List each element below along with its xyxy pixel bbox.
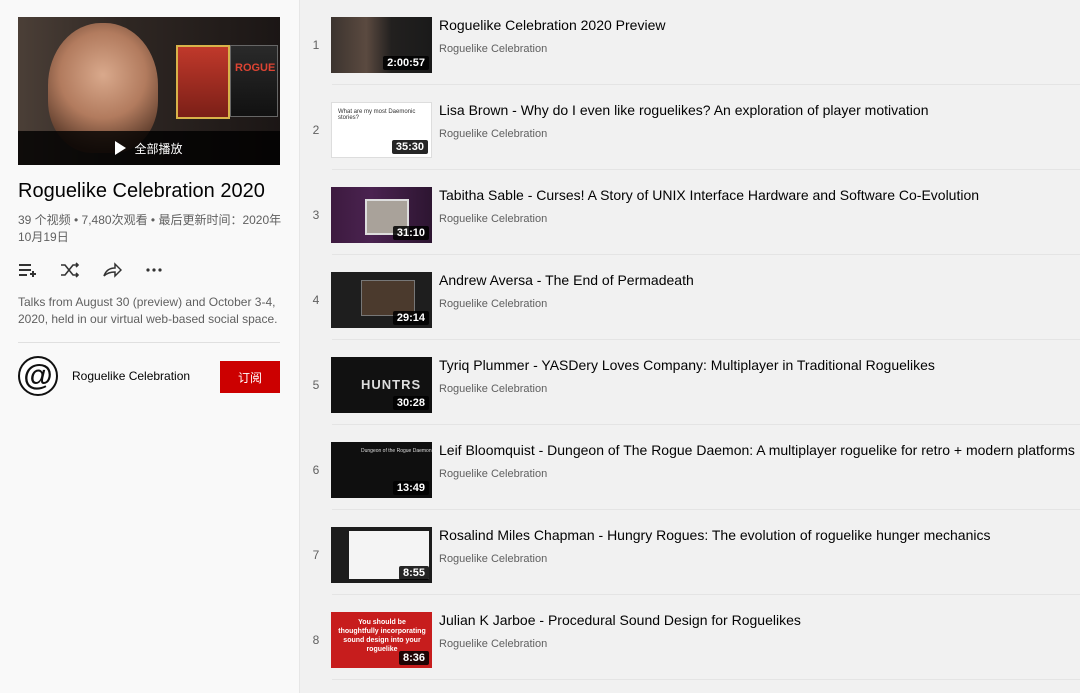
video-thumbnail[interactable]: 8:55 xyxy=(331,527,432,583)
thumbnail-title-text: HUNTRS xyxy=(361,377,422,392)
video-title[interactable]: Tyriq Plummer - YASDery Loves Company: M… xyxy=(439,357,935,373)
duration-badge: 29:14 xyxy=(392,311,429,325)
video-title[interactable]: Andrew Aversa - The End of Permadeath xyxy=(439,272,694,288)
video-channel[interactable]: Roguelike Celebration xyxy=(439,128,547,140)
video-channel[interactable]: Roguelike Celebration xyxy=(439,638,547,650)
thumbnail-slide-text: What are my most Daemonic stories? xyxy=(338,109,416,121)
video-list: 1 2:00:57 Roguelike Celebration 2020 Pre… xyxy=(300,0,1080,693)
playlist-meta: 39 个视频 • 7,480次观看 • 最后更新时间：2020年10月19日 xyxy=(18,213,282,244)
play-icon xyxy=(115,141,127,155)
list-item[interactable]: 5 HUNTRS 30:28 Tyriq Plummer - YASDery L… xyxy=(300,340,1080,425)
thumbnail-title-text: You should be thoughtfully incorporating… xyxy=(338,619,426,653)
play-all-button[interactable]: 全部播放 xyxy=(18,131,280,165)
video-channel[interactable]: Roguelike Celebration xyxy=(439,213,547,225)
list-item[interactable]: 4 29:14 Andrew Aversa - The End of Perma… xyxy=(300,255,1080,340)
duration-badge: 31:10 xyxy=(392,226,429,240)
divider xyxy=(18,342,280,343)
playlist-hero-thumbnail[interactable]: ROGUE 全部播放 xyxy=(18,17,280,165)
video-title[interactable]: Roguelike Celebration 2020 Preview xyxy=(439,17,665,33)
play-all-label: 全部播放 xyxy=(134,141,183,156)
hero-rogue-label: ROGUE xyxy=(235,62,276,74)
thumbnail-title-text: Dungeon of the Rogue Daemon xyxy=(361,448,432,454)
video-index: 5 xyxy=(312,378,320,392)
list-item[interactable]: 1 2:00:57 Roguelike Celebration 2020 Pre… xyxy=(300,0,1080,85)
video-title[interactable]: Rosalind Miles Chapman - Hungry Rogues: … xyxy=(439,527,990,543)
hero-game-box-art xyxy=(176,45,230,119)
hero-rogue-box-art: ROGUE xyxy=(230,45,278,117)
more-icon[interactable] xyxy=(144,262,164,280)
duration-badge: 30:28 xyxy=(392,396,429,410)
playlist-description: Talks from August 30 (preview) and Octob… xyxy=(18,295,278,326)
video-index: 1 xyxy=(312,38,320,52)
video-thumbnail[interactable]: 31:10 xyxy=(331,187,432,243)
subscribe-button[interactable]: 订阅 xyxy=(220,361,280,393)
duration-badge: 35:30 xyxy=(391,140,428,154)
video-index: 8 xyxy=(312,633,320,647)
video-title[interactable]: Tabitha Sable - Curses! A Story of UNIX … xyxy=(439,187,979,203)
video-channel[interactable]: Roguelike Celebration xyxy=(439,468,547,480)
channel-name[interactable]: Roguelike Celebration xyxy=(72,369,190,383)
video-channel[interactable]: Roguelike Celebration xyxy=(439,43,547,55)
list-item[interactable]: 8 You should be thoughtfully incorporati… xyxy=(300,595,1080,680)
video-thumbnail[interactable]: You should be thoughtfully incorporating… xyxy=(331,612,432,668)
playlist-actions xyxy=(18,262,164,280)
video-channel[interactable]: Roguelike Celebration xyxy=(439,298,547,310)
video-thumbnail[interactable]: 2:00:57 xyxy=(331,17,432,73)
video-thumbnail[interactable]: What are my most Daemonic stories? 35:30 xyxy=(331,102,432,158)
add-to-queue-icon[interactable] xyxy=(18,262,38,280)
playlist-title: Roguelike Celebration 2020 xyxy=(18,180,265,202)
duration-badge: 13:49 xyxy=(392,481,429,495)
video-index: 7 xyxy=(312,548,320,562)
video-title[interactable]: Lisa Brown - Why do I even like roguelik… xyxy=(439,102,928,118)
video-title[interactable]: Julian K Jarboe - Procedural Sound Desig… xyxy=(439,612,801,628)
channel-avatar[interactable]: @ xyxy=(18,356,58,396)
list-item[interactable]: 3 31:10 Tabitha Sable - Curses! A Story … xyxy=(300,170,1080,255)
list-item[interactable]: 2 What are my most Daemonic stories? 35:… xyxy=(300,85,1080,170)
duration-badge: 8:36 xyxy=(398,651,429,665)
shuffle-icon[interactable] xyxy=(60,262,80,280)
list-item[interactable]: 6 Dungeon of the Rogue Daemon 13:49 Leif… xyxy=(300,425,1080,510)
video-index: 2 xyxy=(312,123,320,137)
duration-badge: 8:55 xyxy=(398,566,429,580)
playlist-sidebar: ROGUE 全部播放 Roguelike Celebration 2020 39… xyxy=(0,0,300,693)
video-title[interactable]: Leif Bloomquist - Dungeon of The Rogue D… xyxy=(439,442,1075,458)
video-thumbnail[interactable]: HUNTRS 30:28 xyxy=(331,357,432,413)
video-thumbnail[interactable]: 29:14 xyxy=(331,272,432,328)
video-index: 4 xyxy=(312,293,320,307)
list-item[interactable]: 7 8:55 Rosalind Miles Chapman - Hungry R… xyxy=(300,510,1080,595)
share-icon[interactable] xyxy=(102,262,123,280)
video-index: 6 xyxy=(312,463,320,477)
video-channel[interactable]: Roguelike Celebration xyxy=(439,383,547,395)
row-divider xyxy=(332,679,1080,680)
video-channel[interactable]: Roguelike Celebration xyxy=(439,553,547,565)
video-index: 3 xyxy=(312,208,320,222)
video-thumbnail[interactable]: Dungeon of the Rogue Daemon 13:49 xyxy=(331,442,432,498)
duration-badge: 2:00:57 xyxy=(383,56,429,70)
